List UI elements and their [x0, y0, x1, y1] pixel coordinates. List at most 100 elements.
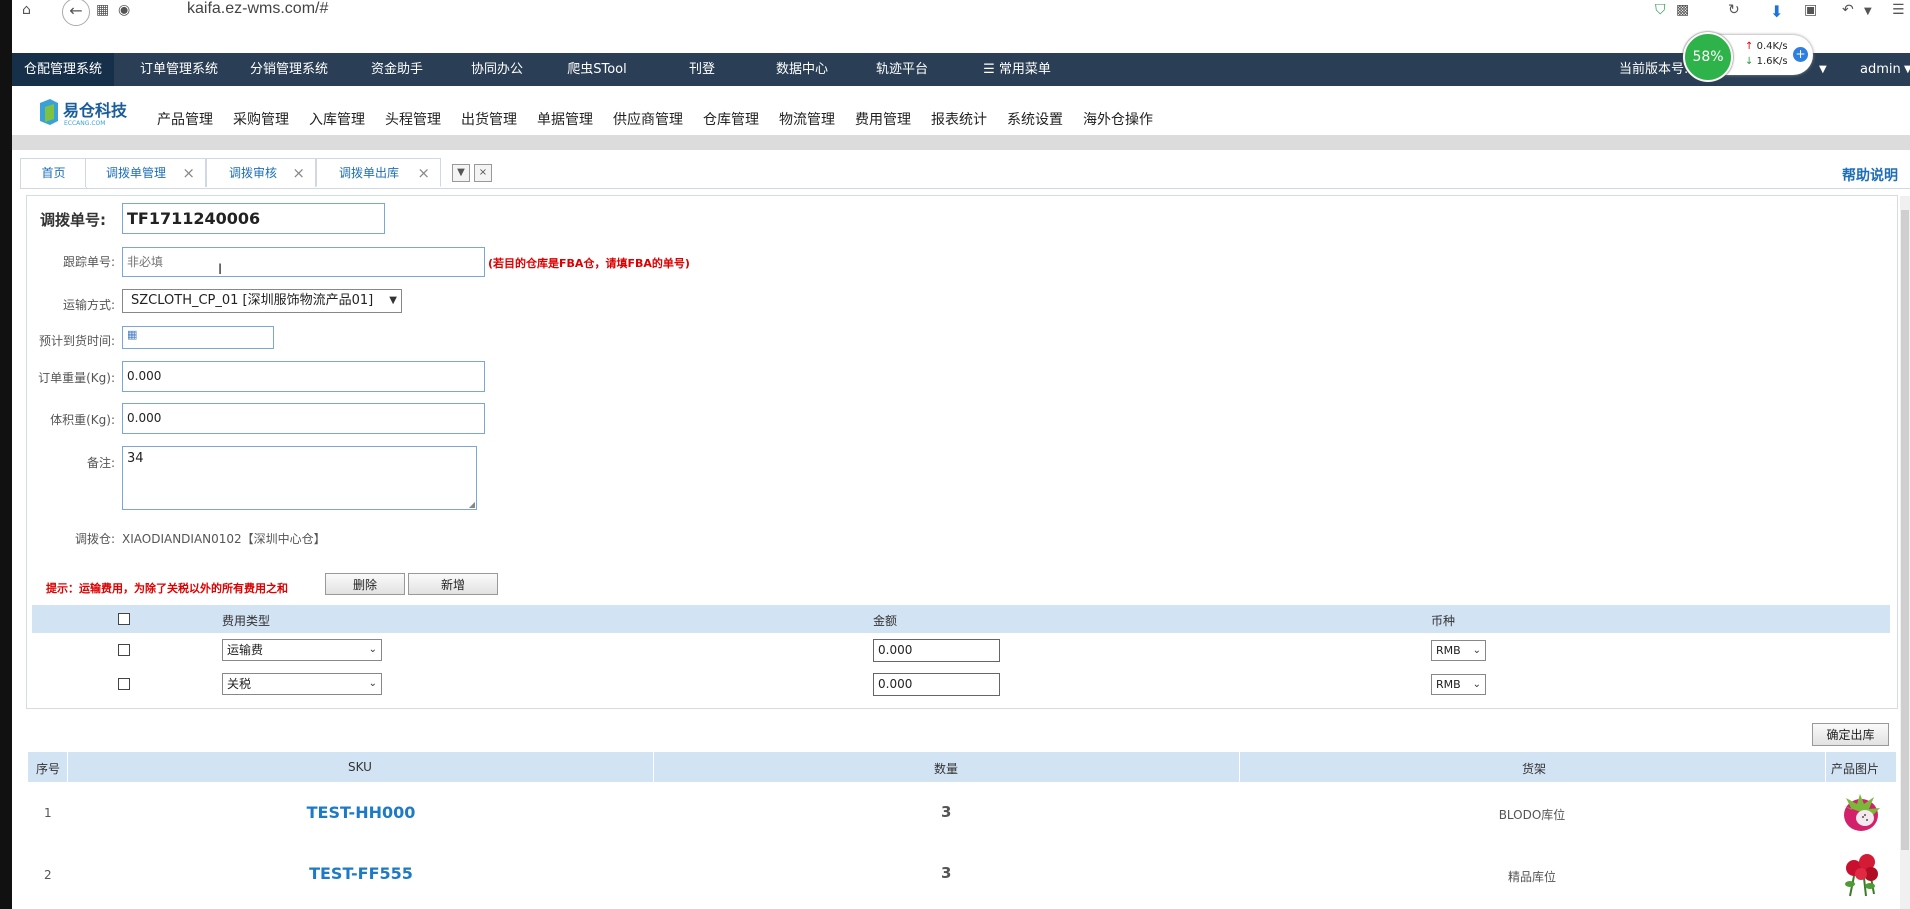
chevron-down-icon: ⌄: [1472, 679, 1481, 690]
module-reports[interactable]: 报表统计: [931, 109, 987, 129]
fee-amount-input[interactable]: 0.000: [873, 639, 1000, 662]
fee-type-header: 费用类型: [222, 614, 271, 628]
address-bar[interactable]: kaifa.ez-wms.com/#: [187, 0, 328, 18]
tab-home-label: 首页: [41, 166, 66, 180]
eta-input[interactable]: ▦: [122, 326, 274, 349]
sysnav-item-office[interactable]: 协同办公: [442, 53, 552, 86]
module-warehouse[interactable]: 仓库管理: [703, 109, 759, 129]
fee-currency-select[interactable]: RMB ⌄: [1431, 640, 1486, 661]
tab-dropdown-icon[interactable]: ▼: [452, 164, 470, 182]
sysnav-item-tracking[interactable]: 轨迹平台: [847, 53, 957, 86]
close-icon[interactable]: ×: [182, 159, 195, 188]
bookmark-icon[interactable]: ▦: [96, 2, 109, 18]
text-cursor-icon: I: [218, 262, 223, 278]
module-settings[interactable]: 系统设置: [1007, 109, 1063, 129]
chevron-down-icon[interactable]: ▼: [1864, 6, 1872, 17]
module-overseas[interactable]: 海外仓操作: [1083, 109, 1153, 129]
fee-row-checkbox[interactable]: [118, 644, 130, 656]
chevron-down-icon: ⌄: [1472, 645, 1481, 656]
tab-transfer-management[interactable]: 调拨单管理 ×: [85, 158, 206, 187]
calendar-icon[interactable]: ▦: [127, 328, 137, 341]
arrow-down-icon: ↓: [1745, 56, 1754, 67]
row-location: BLODO库位: [1498, 808, 1566, 822]
fee-type-select[interactable]: 运输费 ⌄: [222, 639, 382, 661]
close-icon[interactable]: ×: [417, 159, 430, 188]
delete-fee-button[interactable]: 删除: [325, 573, 405, 595]
module-fees[interactable]: 费用管理: [855, 109, 911, 129]
sysnav-item-warehouse[interactable]: 仓配管理系统: [12, 53, 114, 86]
sysnav-item-distribution[interactable]: 分销管理系统: [234, 53, 344, 86]
shield-icon[interactable]: ⛉: [1655, 2, 1666, 18]
remark-value: 34: [127, 451, 144, 466]
chevron-down-icon: ▼: [389, 295, 397, 306]
refresh-icon[interactable]: ↻: [1728, 2, 1740, 18]
module-logistics[interactable]: 物流管理: [779, 109, 835, 129]
qr-icon[interactable]: ▩: [1676, 2, 1689, 18]
upload-speed-value: 0.4K/s: [1756, 41, 1788, 52]
shipping-select[interactable]: SZCLOTH_CP_01 [深圳服饰物流产品01] ▼: [122, 289, 402, 313]
confirm-outbound-button[interactable]: 确定出库: [1812, 723, 1889, 746]
fee-amount-input[interactable]: 0.000: [873, 673, 1000, 696]
scrollbar-thumb[interactable]: [1901, 210, 1909, 850]
fee-row-checkbox[interactable]: [118, 678, 130, 690]
module-product[interactable]: 产品管理: [157, 109, 213, 129]
module-inbound[interactable]: 入库管理: [309, 109, 365, 129]
menu-icon[interactable]: ☰: [1892, 2, 1905, 18]
fee-type-select[interactable]: 关税 ⌄: [222, 673, 382, 695]
volume-input[interactable]: 0.000: [122, 403, 485, 434]
module-outbound[interactable]: 出货管理: [461, 109, 517, 129]
window-icon[interactable]: ▣: [1804, 2, 1817, 18]
help-link[interactable]: 帮助说明: [1842, 165, 1898, 185]
fee-currency-select[interactable]: RMB ⌄: [1431, 674, 1486, 695]
remark-textarea[interactable]: 34 ◢: [122, 446, 477, 510]
weight-input[interactable]: 0.000: [122, 361, 485, 392]
module-purchase[interactable]: 采购管理: [233, 109, 289, 129]
company-logo[interactable]: 易仓科技 ECCANG.COM: [36, 99, 146, 127]
add-fee-button[interactable]: 新增: [408, 573, 498, 595]
product-image-dragonfruit[interactable]: [1838, 792, 1884, 836]
resize-handle-icon[interactable]: ◢: [469, 500, 475, 509]
undo-icon[interactable]: ↶: [1842, 2, 1854, 18]
shipping-value: SZCLOTH_CP_01 [深圳服饰物流产品01]: [131, 293, 374, 308]
sysnav-item-listing[interactable]: 刊登: [652, 53, 752, 86]
row-location: 精品库位: [1507, 870, 1556, 884]
location-header: 货架: [1522, 762, 1547, 776]
tab-transfer-review[interactable]: 调拨审核 ×: [206, 158, 316, 187]
chevron-down-icon[interactable]: ▼: [1819, 53, 1827, 86]
page-scrollbar[interactable]: [1900, 196, 1910, 909]
download-icon[interactable]: ⬇: [1770, 2, 1783, 21]
row-sku-link[interactable]: TEST-HH000: [261, 803, 461, 822]
sysnav-item-data-center[interactable]: 数据中心: [747, 53, 857, 86]
module-suppliers[interactable]: 供应商管理: [613, 109, 683, 129]
module-headhaul[interactable]: 头程管理: [385, 109, 441, 129]
user-menu[interactable]: admin: [1860, 53, 1901, 86]
product-image-roses[interactable]: [1840, 852, 1882, 898]
shipping-label: 运输方式:: [62, 298, 115, 312]
sysnav-item-crawler[interactable]: 爬虫STool: [542, 53, 652, 86]
plus-icon[interactable]: +: [1793, 47, 1808, 62]
close-icon[interactable]: ×: [292, 159, 305, 188]
order-no-field[interactable]: TF1711240006: [122, 203, 385, 234]
tracking-input[interactable]: [122, 247, 485, 277]
back-icon[interactable]: ←: [62, 0, 90, 26]
fee-currency-header: 币种: [1431, 614, 1456, 628]
sysnav-item-orders[interactable]: 订单管理系统: [124, 53, 234, 86]
column-divider: [67, 752, 68, 782]
home-icon[interactable]: ⌂: [22, 2, 31, 18]
chevron-down-icon: ⌄: [368, 644, 377, 655]
arrow-up-icon: ↑: [1745, 41, 1754, 52]
user-chevron-icon[interactable]: ▼: [1904, 53, 1910, 86]
tab-close-all-icon[interactable]: ×: [474, 164, 492, 182]
row-sku-link[interactable]: TEST-FF555: [261, 864, 461, 883]
column-divider: [1239, 752, 1240, 782]
sysnav-item-common-menu[interactable]: ☰ 常用菜单: [957, 53, 1077, 86]
cpu-percent: 58%: [1683, 32, 1733, 82]
site-info-icon: ◉: [118, 2, 131, 18]
tab-transfer-outbound[interactable]: 调拨单出库 ×: [316, 158, 441, 187]
select-all-checkbox[interactable]: [118, 613, 130, 625]
network-monitor[interactable]: 58% ↑ 0.4K/s ↓ 1.6K/s +: [1683, 32, 1813, 82]
tab-home[interactable]: 首页: [20, 158, 87, 188]
module-documents[interactable]: 单据管理: [537, 109, 593, 129]
sysnav-item-funds[interactable]: 资金助手: [342, 53, 452, 86]
logo-icon: 易仓科技 ECCANG.COM: [40, 99, 128, 127]
